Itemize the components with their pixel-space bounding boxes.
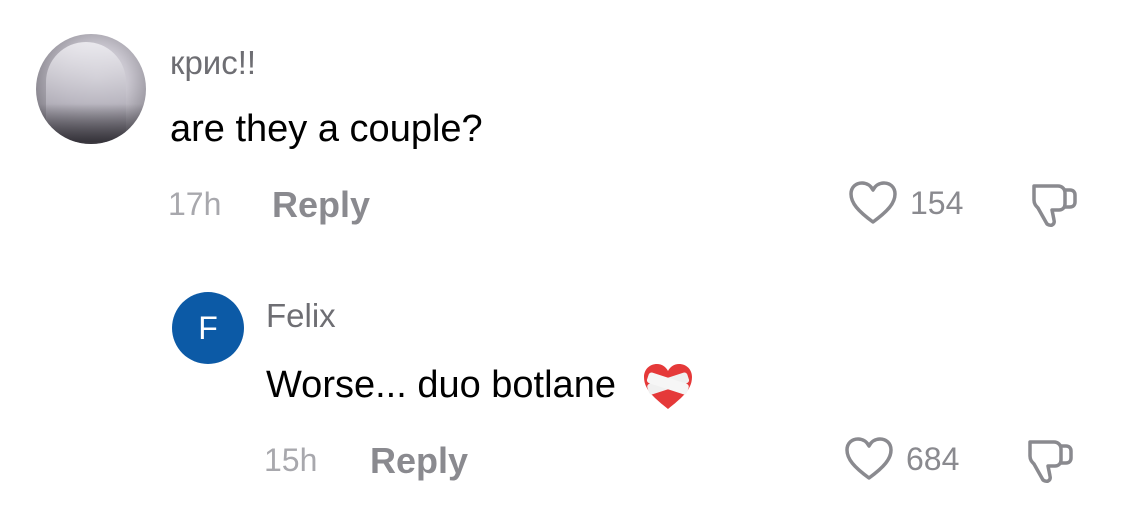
like-button[interactable]: 154: [848, 180, 963, 226]
heart-icon: [845, 437, 893, 480]
reply-timestamp: 15h: [264, 442, 318, 478]
comment-timestamp: 17h: [168, 186, 222, 222]
reply-text: Worse... duo botlane: [266, 364, 616, 407]
reply-text-row: Worse... duo botlane: [266, 362, 695, 412]
thumbs-down-icon: [1032, 184, 1077, 227]
like-count: 154: [910, 184, 964, 221]
reply-username[interactable]: Felix: [266, 297, 336, 335]
heart-icon: [849, 181, 897, 224]
thumbs-down-icon: [1028, 440, 1073, 483]
dislike-button[interactable]: [1028, 182, 1078, 233]
mending-heart-icon: [643, 364, 692, 409]
comment-text: are they a couple?: [170, 108, 483, 150]
avatar[interactable]: F: [172, 292, 244, 364]
reply-button[interactable]: Reply: [272, 184, 370, 226]
like-button[interactable]: 684: [844, 436, 959, 482]
avatar[interactable]: [36, 34, 146, 144]
comment-username[interactable]: крис!!: [170, 44, 256, 82]
reply-button[interactable]: Reply: [370, 440, 468, 482]
like-count: 684: [906, 440, 960, 477]
dislike-button[interactable]: [1024, 438, 1074, 489]
